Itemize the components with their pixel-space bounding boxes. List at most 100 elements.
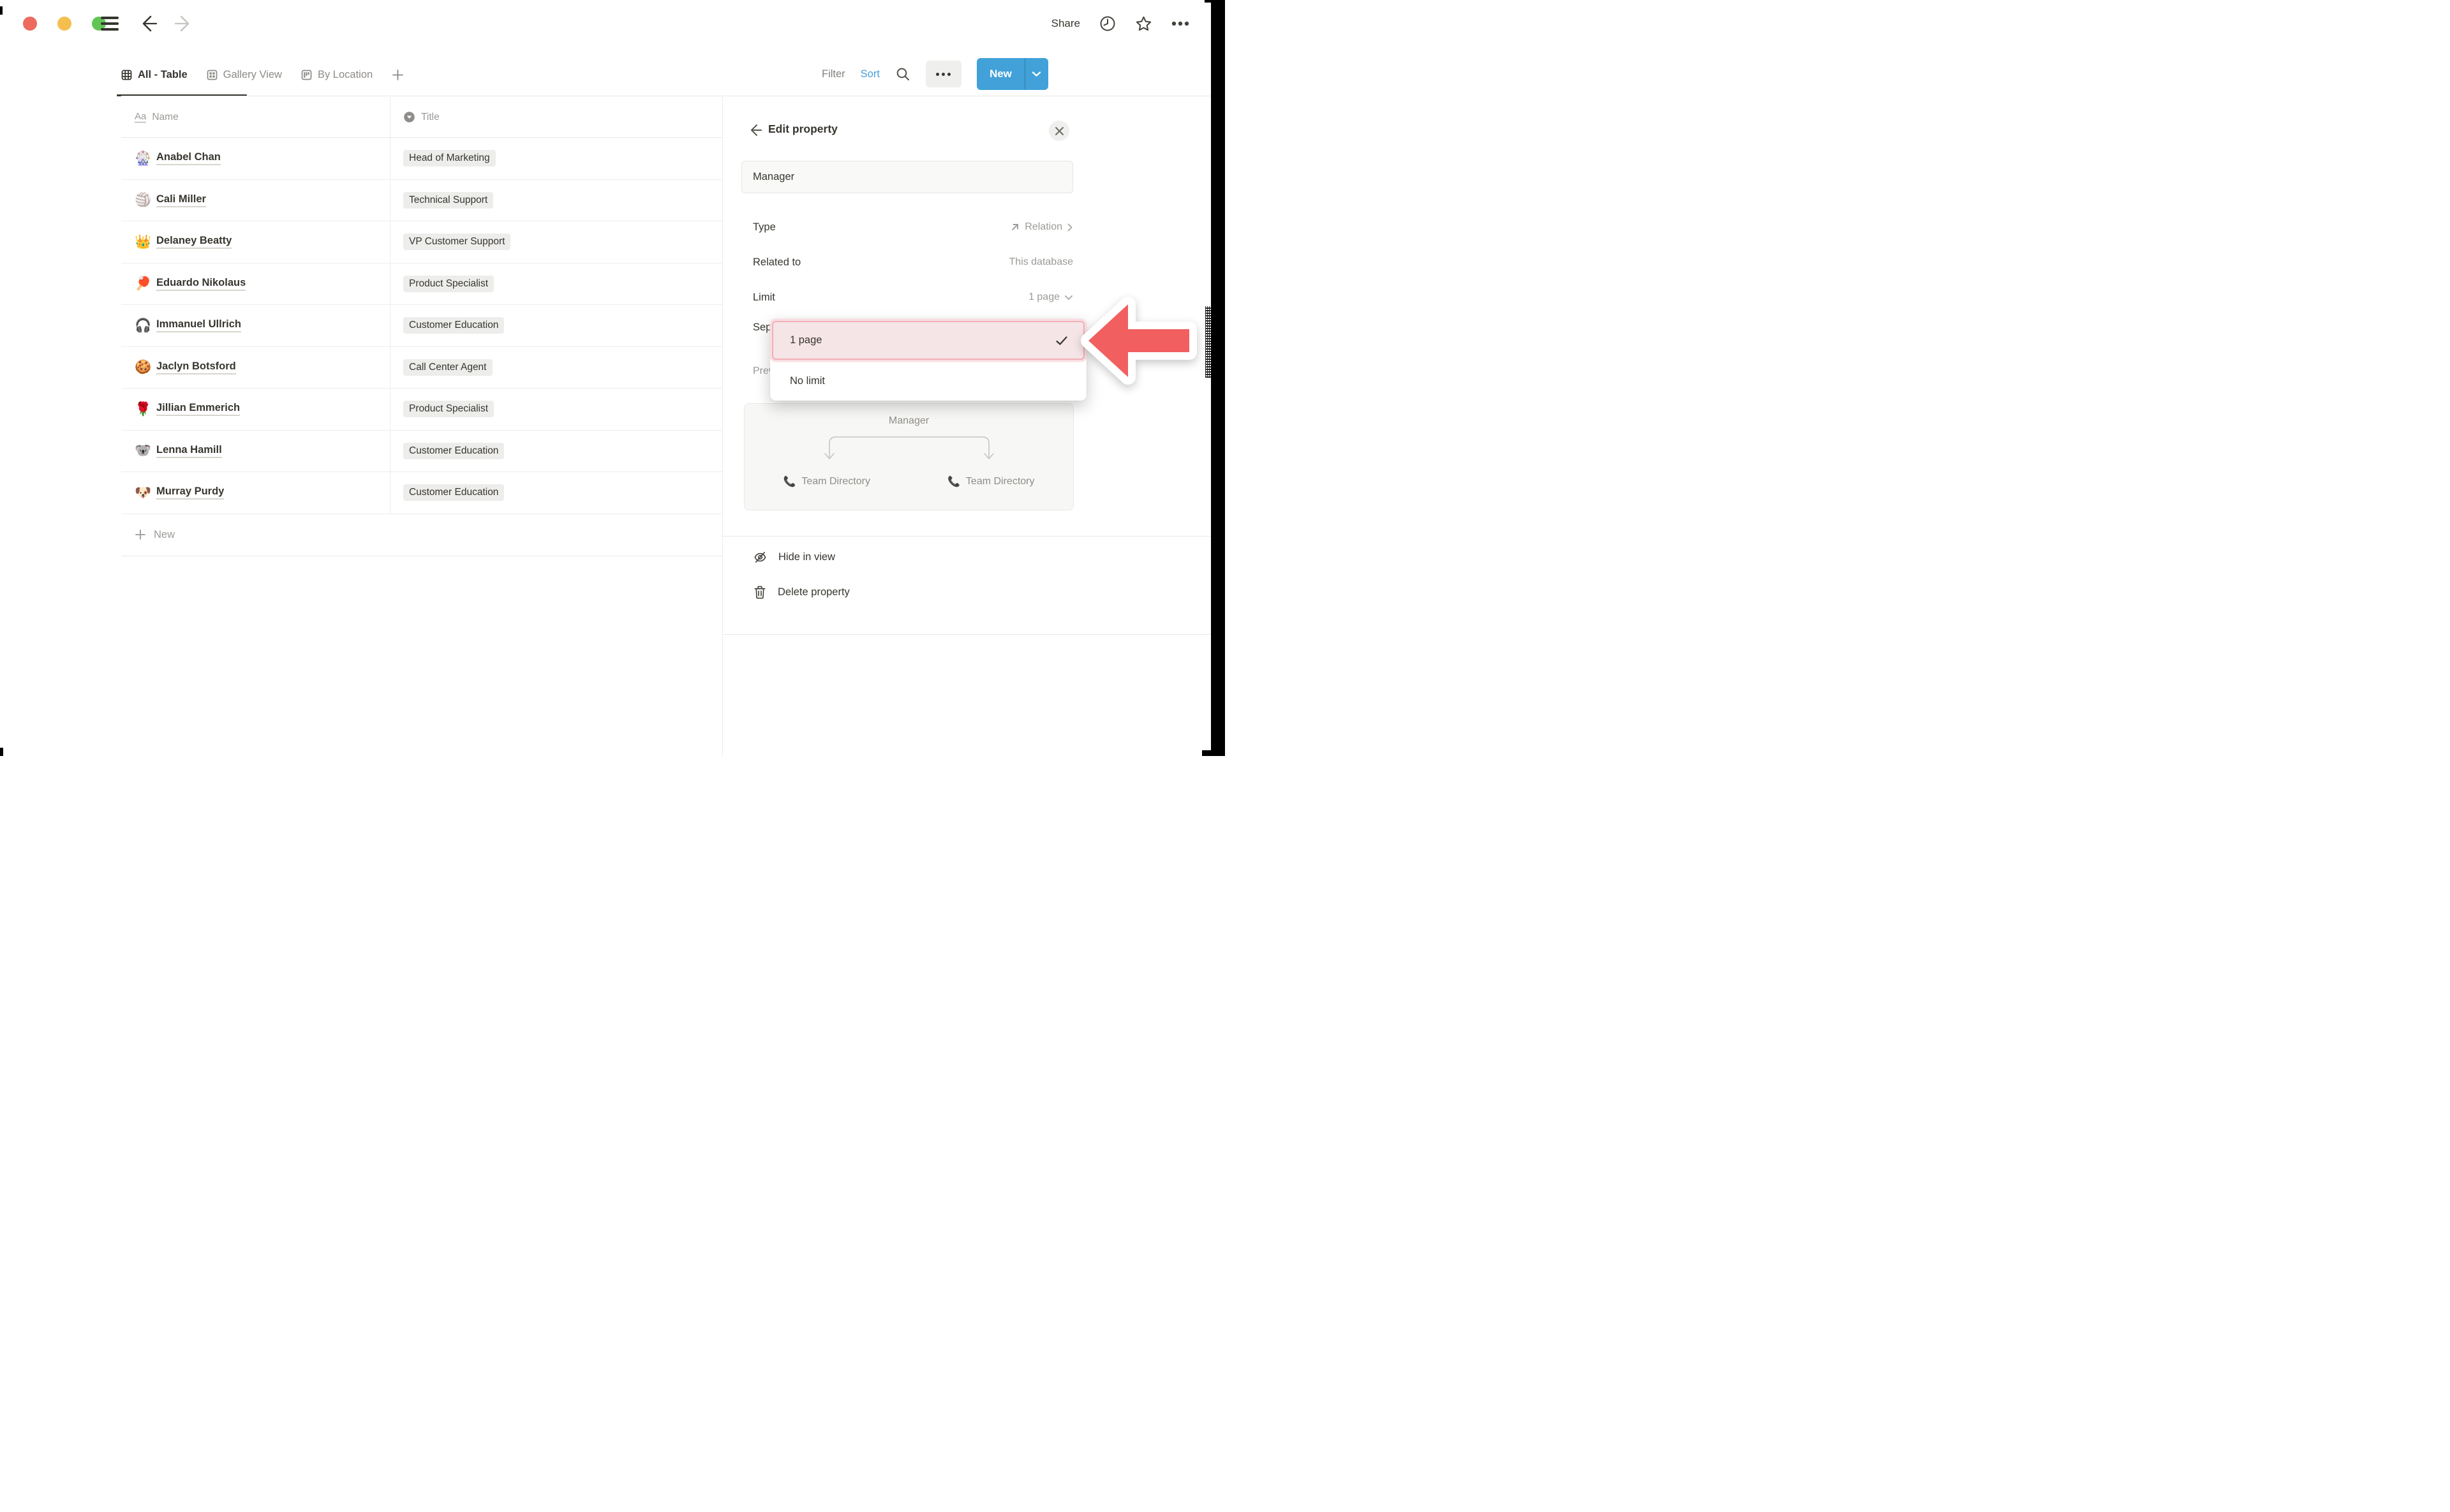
title-cell[interactable]: Customer Education bbox=[390, 431, 722, 472]
select-tag: Customer Education bbox=[403, 317, 504, 334]
more-options-icon[interactable] bbox=[1171, 20, 1189, 27]
select-property-icon bbox=[403, 111, 415, 123]
close-icon[interactable] bbox=[1049, 121, 1069, 141]
delete-property-button[interactable]: Delete property bbox=[753, 578, 850, 606]
column-header-name[interactable]: AaName bbox=[121, 97, 390, 137]
board-view-icon bbox=[301, 70, 312, 80]
title-property-icon: Aa bbox=[135, 112, 146, 123]
view-tabs: All - Table Gallery View By Location bbox=[121, 56, 404, 93]
type-value-button[interactable]: Relation bbox=[1010, 221, 1073, 233]
related-to-value[interactable]: This database bbox=[1009, 256, 1073, 268]
row-emoji: 🍪 bbox=[135, 360, 156, 374]
table-row[interactable]: 🌹Jillian Emmerich Product Specialist bbox=[121, 389, 722, 431]
row-emoji: 🏐 bbox=[135, 193, 156, 207]
row-emoji: 🌹 bbox=[135, 403, 156, 416]
favorite-star-icon[interactable] bbox=[1135, 15, 1152, 33]
filter-button[interactable]: Filter bbox=[822, 68, 845, 80]
notion-window: Share All - Table Gallery View bbox=[0, 0, 1225, 756]
title-cell[interactable]: Technical Support bbox=[390, 180, 722, 221]
updates-clock-icon[interactable] bbox=[1099, 15, 1116, 32]
traffic-light-minimize[interactable] bbox=[57, 17, 71, 31]
corner-artifact bbox=[0, 6, 3, 15]
title-cell[interactable]: Product Specialist bbox=[390, 263, 722, 305]
edit-property-panel: Edit property Manager Type Relation Rela… bbox=[722, 97, 1211, 756]
table-row[interactable]: 🐨Lenna Hamill Customer Education bbox=[121, 431, 722, 473]
column-label: Title bbox=[421, 112, 440, 123]
tab-by-location[interactable]: By Location bbox=[301, 69, 373, 81]
table-row[interactable]: 🎡Anabel Chan Head of Marketing bbox=[121, 138, 722, 180]
add-view-button[interactable] bbox=[392, 69, 404, 81]
page-link[interactable]: Cali Miller bbox=[156, 193, 206, 207]
limit-value-button[interactable]: 1 page bbox=[1028, 292, 1073, 303]
table-row[interactable]: 👑Delaney Beatty VP Customer Support bbox=[121, 221, 722, 263]
column-header-title[interactable]: Title bbox=[390, 97, 722, 137]
field-type: Type Relation bbox=[753, 216, 1073, 239]
title-cell[interactable]: Customer Education bbox=[390, 305, 722, 346]
title-cell[interactable]: Call Center Agent bbox=[390, 347, 722, 389]
table-row[interactable]: 🎧Immanuel Ullrich Customer Education bbox=[121, 305, 722, 347]
page-link[interactable]: Jillian Emmerich bbox=[156, 402, 240, 416]
page-link[interactable]: Anabel Chan bbox=[156, 151, 221, 165]
title-cell[interactable]: Product Specialist bbox=[390, 389, 722, 430]
table-row[interactable]: 🐶Murray Purdy Customer Education bbox=[121, 472, 722, 514]
table-row[interactable]: 🏓Eduardo Nikolaus Product Specialist bbox=[121, 263, 722, 306]
eye-off-icon bbox=[753, 550, 768, 565]
title-cell[interactable]: Head of Marketing bbox=[390, 138, 722, 179]
relation-page-label: Team Directory bbox=[966, 476, 1035, 487]
corner-artifact bbox=[0, 748, 3, 756]
view-options-button[interactable] bbox=[926, 61, 961, 87]
table-row[interactable]: 🍪Jaclyn Botsford Call Center Agent bbox=[121, 347, 722, 389]
tab-label: By Location bbox=[318, 69, 373, 81]
title-cell[interactable]: VP Customer Support bbox=[390, 221, 722, 263]
new-button-group: New bbox=[977, 58, 1048, 90]
field-value: This database bbox=[1009, 256, 1073, 268]
page-link[interactable]: Lenna Hamill bbox=[156, 444, 222, 458]
property-name-input[interactable]: Manager bbox=[741, 161, 1073, 193]
panel-back-icon[interactable] bbox=[748, 123, 762, 137]
limit-dropdown-menu: 1 page No limit bbox=[770, 319, 1087, 401]
page-link[interactable]: Immanuel Ullrich bbox=[156, 318, 241, 332]
share-button[interactable]: Share bbox=[1051, 17, 1080, 30]
table-row[interactable]: 🏐Cali Miller Technical Support bbox=[121, 180, 722, 222]
select-tag: Head of Marketing bbox=[403, 150, 496, 167]
field-label: Type bbox=[753, 221, 776, 233]
page-link[interactable]: Murray Purdy bbox=[156, 485, 224, 500]
corner-artifact bbox=[1202, 750, 1225, 756]
tab-all-table[interactable]: All - Table bbox=[121, 69, 188, 81]
field-related-to: Related to This database bbox=[753, 251, 1073, 274]
new-button[interactable]: New bbox=[977, 58, 1025, 90]
page-link[interactable]: Eduardo Nikolaus bbox=[156, 277, 246, 291]
page-link[interactable]: Jaclyn Botsford bbox=[156, 360, 236, 374]
new-dropdown-button[interactable] bbox=[1025, 58, 1048, 90]
option-no-limit[interactable]: No limit bbox=[770, 361, 1087, 401]
annotation-arrow bbox=[1080, 295, 1198, 386]
field-label: Related to bbox=[753, 256, 801, 269]
sidebar-menu-icon[interactable] bbox=[101, 17, 119, 31]
traffic-light-close[interactable] bbox=[23, 17, 37, 31]
tab-gallery-view[interactable]: Gallery View bbox=[207, 69, 282, 81]
relation-arrow-icon bbox=[1010, 222, 1020, 232]
table-view-icon bbox=[121, 70, 132, 80]
title-cell[interactable]: Customer Education bbox=[390, 472, 722, 514]
new-row-button[interactable]: New bbox=[121, 514, 722, 556]
database-table: AaName Title 🎡Anabel Chan Head of Market… bbox=[121, 97, 722, 556]
phone-emoji: 📞 bbox=[783, 475, 796, 488]
relation-preview-card: Manager 📞 Team Directory 📞 Team Director… bbox=[744, 403, 1074, 510]
panel-divider bbox=[723, 536, 1212, 537]
forward-arrow-icon[interactable] bbox=[174, 14, 193, 33]
search-icon[interactable] bbox=[895, 66, 910, 82]
tab-label: All - Table bbox=[138, 69, 188, 81]
preview-manager-label: Manager bbox=[745, 415, 1073, 427]
panel-title: Edit property bbox=[768, 122, 838, 136]
plus-icon bbox=[135, 529, 146, 540]
separate-label-clipped: Sep bbox=[753, 322, 771, 334]
sort-button[interactable]: Sort bbox=[861, 68, 880, 80]
back-arrow-icon[interactable] bbox=[139, 14, 158, 33]
hide-in-view-button[interactable]: Hide in view bbox=[753, 543, 835, 571]
preview-relation-left: 📞 Team Directory bbox=[745, 470, 909, 493]
option-label: No limit bbox=[790, 375, 825, 387]
select-tag: Call Center Agent bbox=[403, 359, 493, 376]
trash-icon bbox=[753, 585, 767, 600]
option-1-page[interactable]: 1 page bbox=[772, 321, 1085, 360]
page-link[interactable]: Delaney Beatty bbox=[156, 235, 232, 249]
